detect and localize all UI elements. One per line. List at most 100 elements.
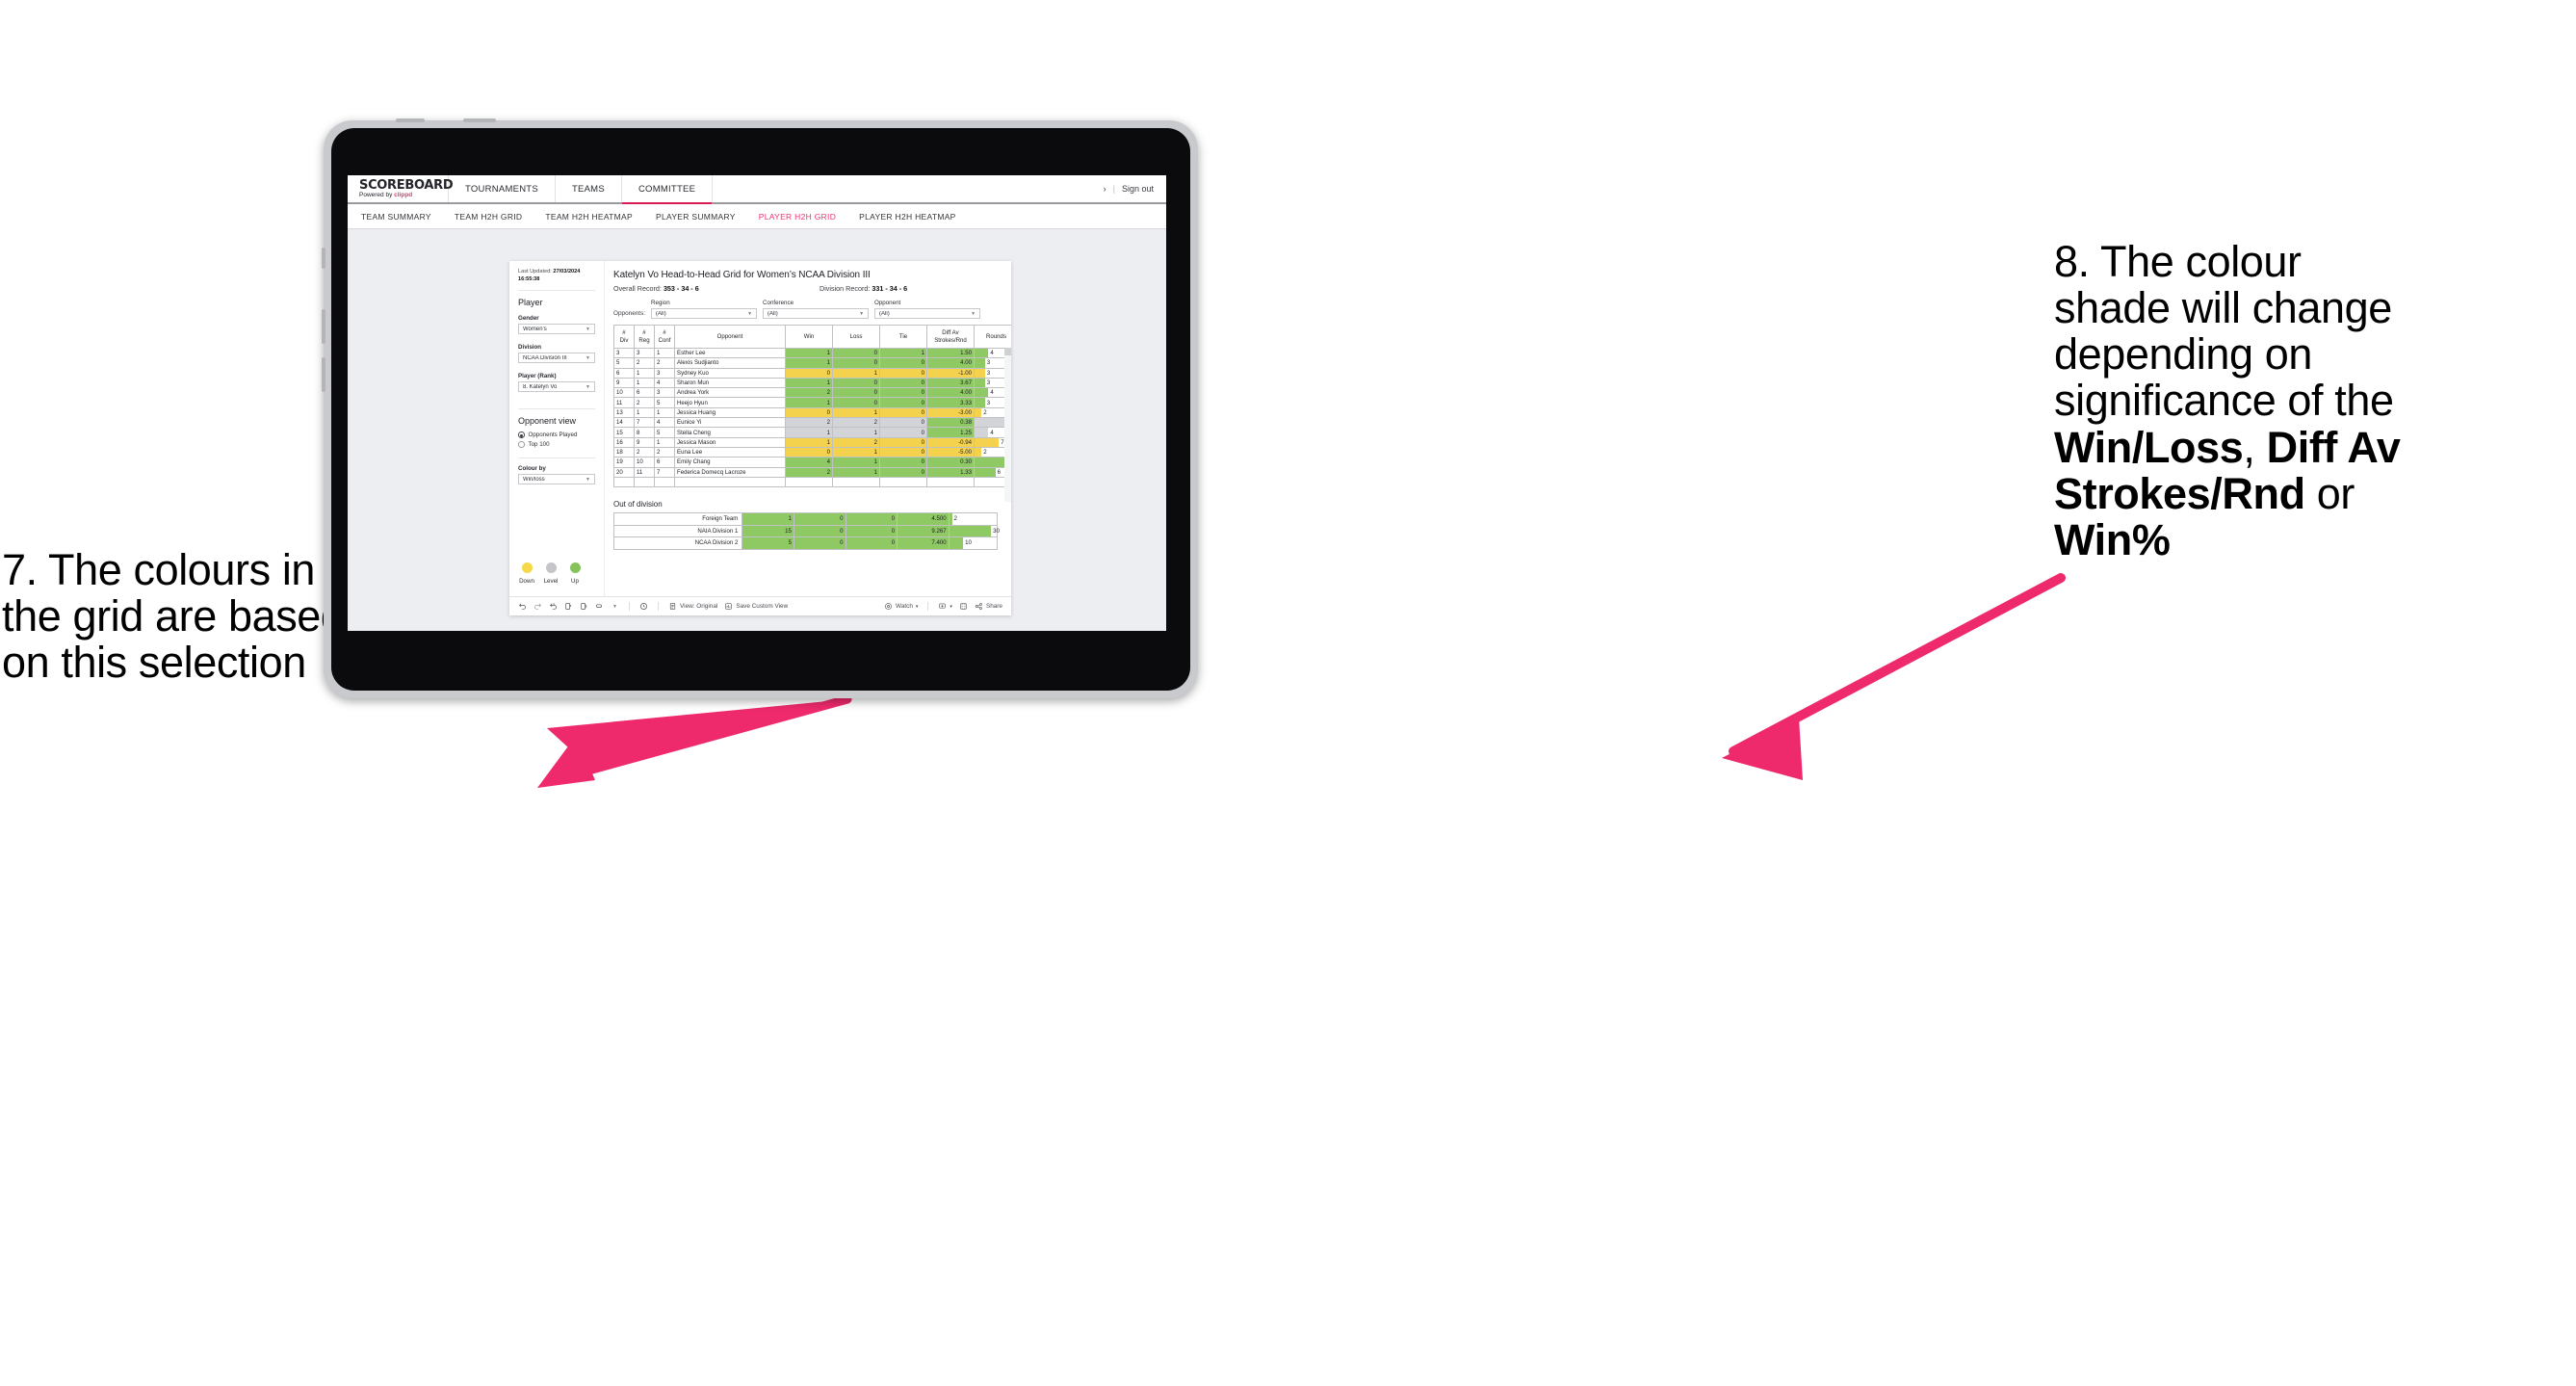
table-row[interactable]: 6 1 3 Sydney Kuo 0 1 0 -1.00 3 xyxy=(613,367,1011,379)
region-dropdown[interactable]: (All) ▼ xyxy=(651,308,758,319)
view-icon xyxy=(668,602,677,611)
cell: Emily Chang xyxy=(674,457,786,468)
annotation-8-comma: , xyxy=(2243,422,2267,472)
top-nav-teams[interactable]: TEAMS xyxy=(556,175,622,202)
revert-icon[interactable] xyxy=(549,602,558,611)
cell: Federica Domecq Lacroze xyxy=(674,466,786,478)
cell: 7.400 xyxy=(897,536,950,550)
player-rank-label: Player (Rank) xyxy=(518,373,557,380)
download-button[interactable]: ▾ xyxy=(938,602,952,611)
chevron-down-icon: ▼ xyxy=(585,354,590,361)
cell: 1 xyxy=(785,436,833,448)
table-row[interactable]: 16 9 1 Jessica Mason 1 2 0 -0.94 7 xyxy=(613,436,1011,448)
toolbar-divider xyxy=(629,602,630,611)
sign-out-link[interactable]: Sign out xyxy=(1122,184,1154,194)
share-button[interactable]: Share xyxy=(975,602,1002,611)
subtab-team-summary[interactable]: TEAM SUMMARY xyxy=(361,212,431,222)
cell: 9 xyxy=(613,377,635,389)
cell: 2 xyxy=(654,446,675,458)
table-row[interactable]: 9 1 4 Sharon Mun 1 0 0 3.67 3 xyxy=(613,377,1011,389)
pause-icon[interactable] xyxy=(580,602,588,611)
cell: 0 xyxy=(793,512,846,526)
table-row[interactable]: 3 3 1 Esther Lee 1 0 1 1.50 4 xyxy=(613,347,1011,359)
viz-card-body: Last Updated: 27/03/2024 16:55:38 Player… xyxy=(509,261,1011,596)
radio-top-100[interactable]: Top 100 xyxy=(518,441,595,448)
brand-name: SCOREBOARD xyxy=(359,177,454,193)
table-row[interactable]: 1474Eunice Yi2200.389 xyxy=(613,417,1011,429)
cell: 1 xyxy=(785,427,833,438)
cell: 3 xyxy=(634,347,655,359)
subtab-team-h2h-heatmap[interactable]: TEAM H2H HEATMAP xyxy=(545,212,633,222)
table-row[interactable]: 5 2 2 Alexis Sudjianto 1 0 0 4.00 3 xyxy=(613,357,1011,369)
undo-icon[interactable] xyxy=(518,602,527,611)
player-rank-filter: Player (Rank) 8. Katelyn Vo ▼ xyxy=(518,373,595,393)
rounds-value: 7 xyxy=(1001,438,1004,446)
watch-button[interactable]: Watch ▾ xyxy=(884,602,918,611)
annotation-8-bold-winloss: Win/Loss xyxy=(2054,422,2244,472)
chevron-down-icon[interactable]: ▼ xyxy=(611,602,619,611)
conference-label: Conference xyxy=(763,300,794,306)
cell: 2 xyxy=(785,387,833,399)
legend-dot-level xyxy=(546,562,557,573)
highlight-icon[interactable] xyxy=(595,602,604,611)
conference-dropdown[interactable]: (All) ▼ xyxy=(763,308,870,319)
chevron-down-icon: ▼ xyxy=(585,326,590,332)
legend-dot-down xyxy=(522,562,533,573)
header-divider: | xyxy=(1112,184,1115,194)
out-of-division-table: Foreign Team 1 0 0 4.500 2 NAIA Division 1 15 0 0… xyxy=(612,512,1000,550)
cell: 5 xyxy=(742,536,794,550)
fullscreen-icon[interactable] xyxy=(959,602,968,611)
table-row[interactable]: 18 2 2 Euna Lee 0 1 0 -5.00 2 xyxy=(613,446,1011,458)
out-of-division-row[interactable]: Foreign Team 1 0 0 4.500 2 xyxy=(612,512,999,526)
brand-logo[interactable]: SCOREBOARD Powered by clippd xyxy=(348,175,454,202)
table-row[interactable]: 20 11 7 Federica Domecq Lacroze 2 1 0 1.33 6 xyxy=(613,466,1011,478)
cell: 3 xyxy=(654,387,675,399)
cell: 3 xyxy=(613,347,635,359)
cell: 6 xyxy=(654,457,675,468)
save-custom-view-button[interactable]: Save Custom View xyxy=(724,602,788,611)
gender-dropdown[interactable]: Women’s ▼ xyxy=(518,324,595,335)
redo-icon[interactable] xyxy=(533,602,542,611)
out-of-division-row[interactable]: NCAA Division 2 5 0 0 7.400 10 xyxy=(612,536,999,550)
opponent-dropdown[interactable]: (All) ▼ xyxy=(874,308,981,319)
share-label: Share xyxy=(985,603,1002,610)
colour-by-dropdown[interactable]: Win/loss ▼ xyxy=(518,474,595,485)
grid-scrollbar[interactable] xyxy=(1004,348,1011,502)
out-of-division-row[interactable]: NAIA Division 1 15 0 0 9.267 30 xyxy=(612,524,1000,538)
view-original-button[interactable]: View: Original xyxy=(668,602,717,611)
table-row[interactable]: 15 8 5 Stella Cheng 1 1 0 1.25 4 xyxy=(613,427,1011,438)
cell: 0 xyxy=(832,387,880,399)
table-row[interactable]: 11 2 5 Heejo Hyun 1 0 0 3.33 3 xyxy=(613,397,1011,408)
subtab-player-h2h-heatmap[interactable]: PLAYER H2H HEATMAP xyxy=(859,212,956,222)
cell: 4 xyxy=(654,417,675,429)
radio-opponents-played[interactable]: Opponents Played xyxy=(518,431,595,438)
chevron-right-icon[interactable]: › xyxy=(1104,184,1106,194)
h2h-grid-body: 3 3 1 Esther Lee 1 0 1 1.50 4 5 2 2 Alexis Sudjianto… xyxy=(613,347,1011,488)
app-screen: SCOREBOARD Powered by clippd TOURNAMENTS… xyxy=(348,175,1166,631)
rounds-bar xyxy=(975,467,996,477)
cell: 1 xyxy=(742,512,794,526)
subtab-player-h2h-grid[interactable]: PLAYER H2H GRID xyxy=(759,212,836,222)
table-row[interactable]: 10 6 3 Andrea York 2 0 0 4.00 4 xyxy=(613,387,1011,399)
colour-by-label: Colour by xyxy=(518,465,546,473)
cell: 4.00 xyxy=(926,357,975,369)
subtab-team-h2h-grid[interactable]: TEAM H2H GRID xyxy=(455,212,523,222)
division-record: Division Record: 331 - 34 - 6 xyxy=(820,284,908,293)
cell: 0 xyxy=(793,524,846,538)
grid-scrollbar-thumb[interactable] xyxy=(1004,348,1011,355)
player-rank-dropdown[interactable]: 8. Katelyn Vo ▼ xyxy=(518,381,595,393)
subtab-player-summary[interactable]: PLAYER SUMMARY xyxy=(656,212,736,222)
cell: 4.00 xyxy=(926,387,975,399)
division-dropdown[interactable]: NCAA Division III ▼ xyxy=(518,353,595,364)
top-nav-committee[interactable]: COMMITTEE xyxy=(621,175,714,204)
opponents-label: Opponents: xyxy=(613,310,646,317)
table-row[interactable]: 19106Emily Chang4100.3011 xyxy=(613,457,1011,468)
cell: 0 xyxy=(832,377,880,389)
refresh-icon[interactable] xyxy=(564,602,573,611)
cell: 2 xyxy=(634,357,655,369)
col-header-7: Diff Av Strokes/Rnd xyxy=(926,325,975,349)
table-row[interactable]: 13 1 1 Jessica Huang 0 1 0 -3.00 2 xyxy=(613,406,1011,419)
cell: 1 xyxy=(832,406,880,419)
top-nav-tournaments[interactable]: TOURNAMENTS xyxy=(449,175,556,202)
clock-icon[interactable] xyxy=(639,602,648,611)
